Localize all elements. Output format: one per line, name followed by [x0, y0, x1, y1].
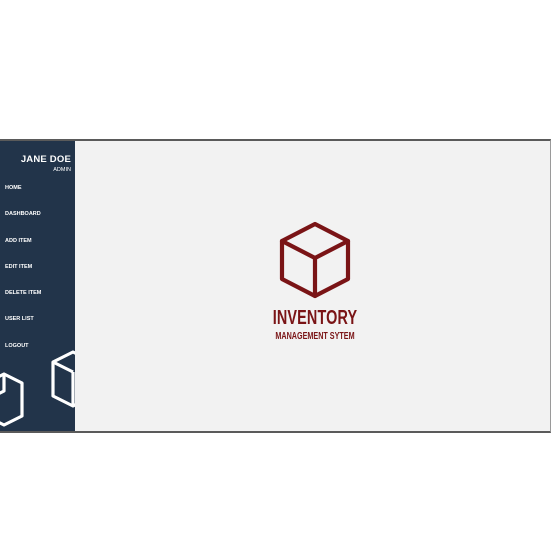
user-role: ADMIN [53, 167, 71, 173]
sidebar-item-home[interactable]: HOME [5, 185, 41, 211]
app-subtitle: MANAGEMENT SYTEM [275, 331, 355, 342]
main-content: INVENTORY MANAGEMENT SYTEM [75, 141, 550, 431]
sidebar-item-user-list[interactable]: USER LIST [5, 316, 41, 342]
sidebar: JANE DOE ADMIN HOME DASHBOARD ADD ITEM E… [0, 141, 75, 431]
sidebar-item-add-item[interactable]: ADD ITEM [5, 238, 41, 264]
user-name: JANE DOE [20, 154, 71, 165]
sidebar-menu: HOME DASHBOARD ADD ITEM EDIT ITEM DELETE… [5, 185, 41, 369]
sidebar-item-delete-item[interactable]: DELETE ITEM [5, 290, 41, 316]
cube-icon [279, 221, 351, 299]
sidebar-item-dashboard[interactable]: DASHBOARD [5, 211, 41, 237]
app-title: INVENTORY [272, 307, 358, 329]
sidebar-item-edit-item[interactable]: EDIT ITEM [5, 264, 41, 290]
decorative-cube-icon [0, 350, 75, 427]
app-window: JANE DOE ADMIN HOME DASHBOARD ADD ITEM E… [0, 139, 551, 433]
